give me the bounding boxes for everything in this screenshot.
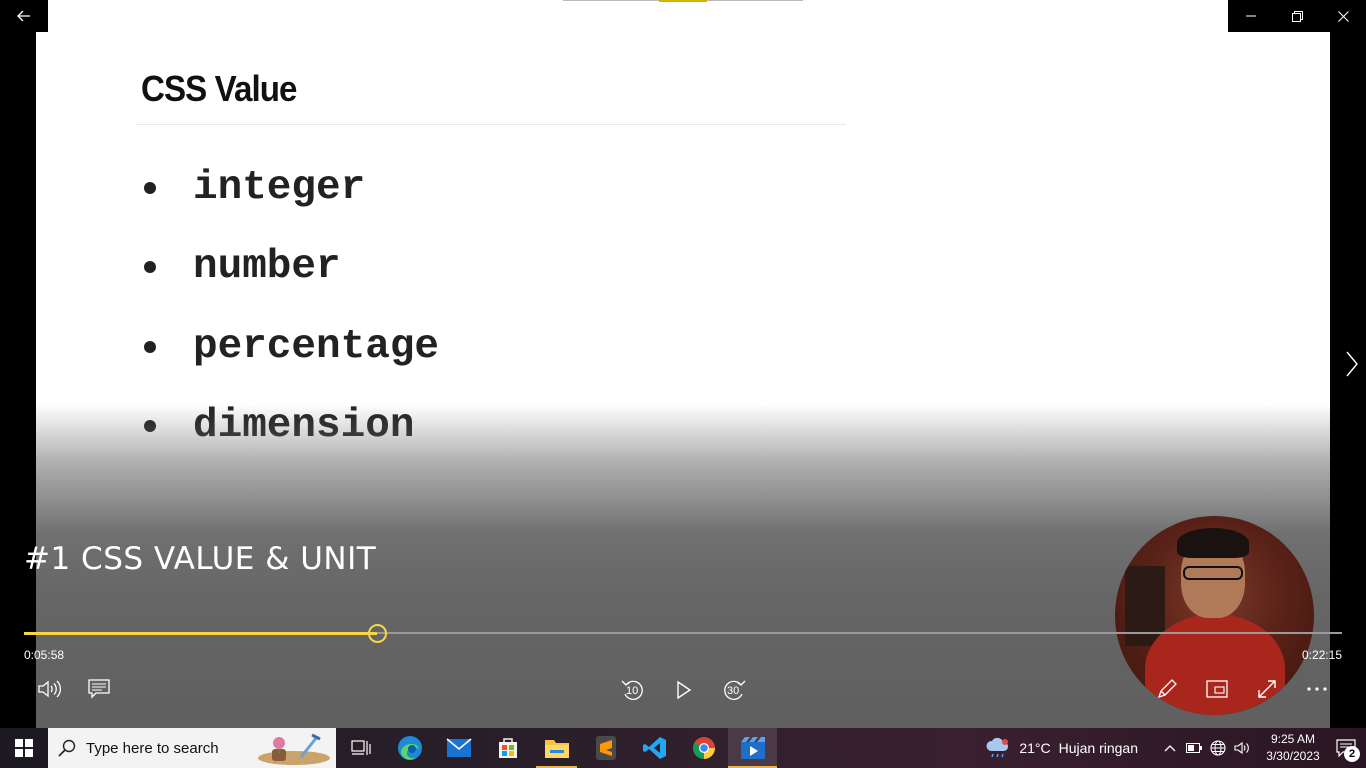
play-icon [677, 680, 692, 700]
bullet-text: percentage [193, 323, 440, 370]
close-button[interactable] [1320, 0, 1366, 32]
next-video-button[interactable] [1338, 348, 1366, 380]
task-view-icon [350, 740, 371, 755]
search-highlight-art-icon [258, 733, 330, 765]
fullscreen-button[interactable] [1251, 673, 1283, 705]
action-center-button[interactable]: 2 [1326, 728, 1366, 768]
taskbar-edge[interactable] [385, 728, 434, 768]
close-icon [1337, 10, 1349, 22]
webcam-presenter-hair [1177, 528, 1249, 558]
file-explorer-icon [544, 740, 569, 758]
slide-divider [136, 124, 846, 125]
edge-icon [397, 736, 422, 760]
search-icon [58, 739, 76, 757]
battery-button[interactable] [1182, 728, 1206, 768]
time-elapsed: 0:05:58 [24, 648, 65, 662]
chrome-icon [692, 737, 715, 759]
bullet-dot [144, 181, 156, 194]
play-button[interactable] [668, 674, 700, 706]
next-arrow-icon [1346, 351, 1358, 377]
slide-bullet: integer [144, 148, 439, 228]
taskbar-task-view[interactable] [336, 728, 385, 768]
window-controls [1228, 0, 1366, 32]
subtitles-button[interactable] [83, 673, 115, 705]
minimize-button[interactable] [1228, 0, 1274, 32]
skip-back-button[interactable]: 10 [617, 674, 649, 706]
taskbar-store[interactable] [483, 728, 532, 768]
skip-forward-label: 30 [727, 685, 740, 697]
pen-button[interactable] [1151, 673, 1183, 705]
app-window: CSS Value integer number percentage dime… [0, 0, 1366, 768]
weather-temperature: 21°C [1019, 740, 1051, 756]
bullet-text: number [193, 244, 341, 291]
bullet-text: integer [193, 164, 366, 211]
clock-time: 9:25 AM [1270, 732, 1316, 746]
network-button[interactable] [1206, 728, 1230, 768]
taskbar-sublime-text[interactable] [581, 728, 630, 768]
weather-widget[interactable]: 21°C Hujan ringan [985, 737, 1138, 759]
restore-button[interactable] [1274, 0, 1320, 32]
back-arrow-icon [17, 10, 30, 22]
taskbar-mail[interactable] [434, 728, 483, 768]
store-icon [498, 738, 517, 758]
skip-forward-button[interactable]: 30 [718, 674, 750, 706]
taskbar-clock[interactable]: 9:25 AM 3/30/2023 [1260, 731, 1326, 765]
start-button[interactable] [0, 728, 48, 768]
search-placeholder: Type here to search [86, 739, 219, 757]
taskbar: Type here to search 21°C Hujan ringan 9:… [0, 728, 1366, 768]
hidden-icons-button[interactable] [1158, 728, 1182, 768]
battery-icon [1186, 743, 1202, 753]
taskbar-vscode[interactable] [630, 728, 679, 768]
restore-icon [1291, 10, 1303, 22]
skip-back-label: 10 [626, 685, 639, 697]
volume-tray-button[interactable] [1230, 728, 1254, 768]
weather-description: Hujan ringan [1058, 740, 1138, 756]
rain-cloud-icon [986, 737, 1009, 758]
webcam-presenter-glasses [1183, 566, 1243, 580]
bullet-dot [144, 340, 156, 353]
slide-top-accent [659, 0, 707, 2]
fullscreen-icon [1258, 680, 1276, 698]
taskbar-file-explorer[interactable] [532, 728, 581, 768]
taskbar-chrome[interactable] [679, 728, 728, 768]
slide-bullet: percentage [144, 307, 439, 387]
movies-tv-icon [740, 737, 765, 759]
mail-icon [445, 738, 472, 757]
speaker-icon [1234, 741, 1249, 755]
taskbar-movies-tv[interactable] [728, 728, 777, 768]
globe-network-icon [1210, 740, 1226, 756]
bullet-dot [144, 261, 156, 274]
subtitles-icon [88, 679, 110, 699]
vscode-icon [642, 737, 666, 759]
notification-badge: 2 [1344, 746, 1360, 762]
slide-bullet: number [144, 228, 439, 308]
clock-date: 3/30/2023 [1266, 749, 1320, 763]
volume-button[interactable] [33, 673, 65, 705]
more-icon [1307, 687, 1327, 691]
volume-icon [38, 680, 61, 698]
video-title: #1 CSS VALUE & UNIT [24, 541, 377, 577]
chevron-up-icon [1164, 745, 1176, 752]
slide-title: CSS Value [141, 68, 297, 109]
seek-bar-fill [24, 632, 378, 635]
miniview-icon [1206, 680, 1228, 698]
more-options-button[interactable] [1301, 673, 1333, 705]
minimize-icon [1246, 15, 1256, 17]
back-button[interactable] [0, 0, 48, 32]
time-total: 0:22:15 [1301, 648, 1342, 662]
system-tray: 21°C Hujan ringan 9:25 AM 3/30/2023 2 [985, 728, 1366, 768]
miniview-button[interactable] [1201, 673, 1233, 705]
sublime-text-icon [595, 736, 616, 760]
taskbar-search-box[interactable]: Type here to search [48, 728, 336, 768]
pen-icon [1157, 679, 1177, 699]
windows-logo-icon [15, 739, 33, 757]
